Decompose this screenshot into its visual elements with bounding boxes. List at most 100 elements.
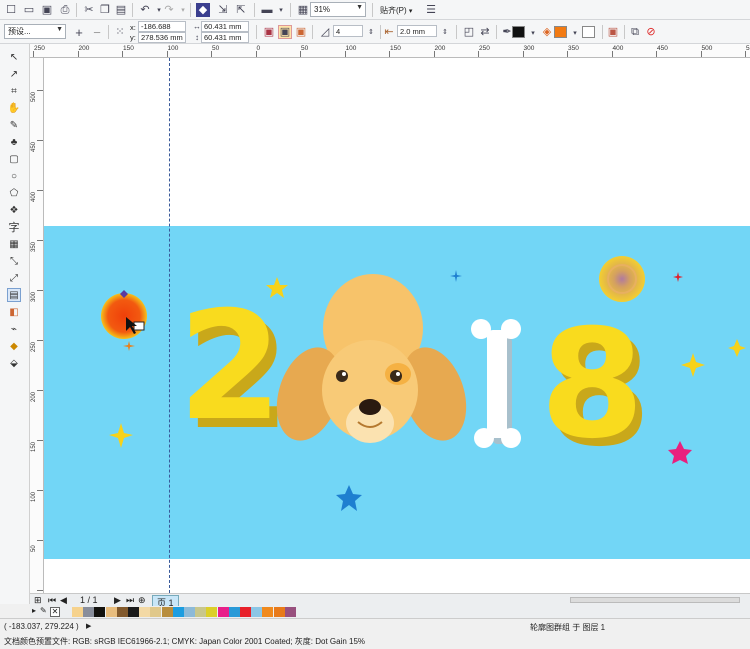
corner-type-icon[interactable]: ◰: [462, 25, 476, 39]
digit-8[interactable]: 8: [540, 298, 644, 472]
color-swatch[interactable]: [284, 607, 296, 617]
fill-end-color-swatch[interactable]: [582, 26, 595, 38]
cut-icon[interactable]: ✂: [82, 3, 96, 17]
zoom-level-select[interactable]: 31% ▼: [310, 2, 366, 17]
open-folder-icon[interactable]: ▭: [22, 3, 36, 17]
color-swatch[interactable]: [184, 607, 195, 617]
contour-steps-field[interactable]: 4: [333, 25, 363, 37]
table-tool-icon[interactable]: ▦: [7, 237, 21, 251]
chevron-down-icon[interactable]: ▾: [526, 26, 540, 40]
vertical-ruler[interactable]: 500450400350300250200150100500: [30, 58, 44, 593]
color-swatch[interactable]: [116, 607, 128, 617]
steps-spinner-icon[interactable]: ⇕: [364, 25, 378, 39]
new-document-icon[interactable]: ☐: [4, 3, 18, 17]
color-swatch[interactable]: [195, 607, 207, 617]
star-pink-1[interactable]: [668, 441, 692, 464]
print-icon[interactable]: ⎙: [58, 3, 72, 17]
add-page-icon[interactable]: ⊕: [138, 595, 146, 606]
rectangle-tool-icon[interactable]: ▢: [7, 152, 21, 166]
artistic-media-icon[interactable]: ♣: [7, 135, 21, 149]
color-swatch[interactable]: [150, 607, 162, 617]
palette-scroll-icon[interactable]: ▸: [32, 606, 36, 615]
freehand-tool-icon[interactable]: ✎: [7, 118, 21, 132]
first-page-icon[interactable]: ⏮: [48, 595, 56, 606]
polygon-tool-icon[interactable]: ⬠: [7, 186, 21, 200]
color-swatch[interactable]: [72, 607, 83, 617]
dimension-tool-icon[interactable]: ⤡: [7, 254, 21, 268]
snap-to-menu[interactable]: 贴齐(P) ▾: [380, 5, 412, 16]
previous-page-icon[interactable]: ◀: [60, 595, 67, 606]
accelerate-icon[interactable]: ▣: [606, 25, 620, 39]
star-blue-1[interactable]: [336, 485, 362, 511]
options-icon[interactable]: ☰: [424, 3, 438, 17]
shape-tool-icon[interactable]: ↗: [7, 67, 21, 81]
color-swatch[interactable]: [139, 607, 151, 617]
contour-offset-field[interactable]: 2.0 mm: [397, 25, 437, 37]
color-swatch[interactable]: [172, 607, 184, 617]
dog-face-zero[interactable]: [266, 274, 478, 449]
color-swatch[interactable]: [228, 607, 240, 617]
color-profile-info[interactable]: 文档颜色预置文件: RGB: sRGB IEC61966-2.1; CMYK: …: [4, 636, 365, 647]
contour-center-icon[interactable]: ▣: [262, 25, 276, 39]
copy-contour-icon[interactable]: ⧉: [628, 25, 642, 39]
app-launcher-icon[interactable]: ▦: [296, 3, 310, 17]
publish-dropdown-icon[interactable]: ▾: [274, 3, 288, 17]
digit-2[interactable]: 2: [178, 280, 282, 454]
contour-outside-icon[interactable]: ▣: [294, 25, 308, 39]
bone-digit-1[interactable]: [471, 319, 521, 448]
add-preset-icon[interactable]: +: [72, 25, 86, 39]
position-grid-icon[interactable]: ⁙: [113, 25, 127, 39]
selected-contour-group[interactable]: [101, 293, 147, 339]
color-swatch[interactable]: [251, 607, 263, 617]
contour-inside-icon[interactable]: ▣: [278, 25, 292, 39]
ellipse-tool-icon[interactable]: ○: [7, 169, 21, 183]
paste-icon[interactable]: ▤: [114, 3, 128, 17]
last-page-icon[interactable]: ⏭: [126, 595, 134, 606]
x-position-field[interactable]: -186.688 mm: [138, 21, 186, 41]
outline-color-swatch[interactable]: [512, 26, 525, 38]
fill-color-swatch[interactable]: [554, 26, 567, 38]
clear-contour-icon[interactable]: ⊘: [644, 25, 658, 39]
preset-select[interactable]: 预设... ▼: [4, 24, 66, 39]
copy-icon[interactable]: ❐: [98, 3, 112, 17]
color-swatch[interactable]: [83, 607, 95, 617]
connector-tool-icon[interactable]: ⤢: [7, 271, 21, 285]
color-swatch[interactable]: [161, 607, 173, 617]
width-field[interactable]: 60.431 mm: [201, 21, 249, 32]
horizontal-scrollbar[interactable]: [570, 597, 740, 603]
offset-spinner-icon[interactable]: ⇕: [438, 25, 452, 39]
vertical-guideline[interactable]: [169, 58, 170, 593]
export-icon[interactable]: ⇱: [234, 3, 248, 17]
contour-tool-icon[interactable]: ▤: [7, 288, 21, 302]
star-yellow-2[interactable]: [109, 423, 133, 448]
basic-shapes-icon[interactable]: ❖: [7, 203, 21, 217]
color-direction-icon[interactable]: ⇄: [478, 25, 492, 39]
remove-preset-icon[interactable]: −: [90, 25, 104, 39]
color-swatch[interactable]: [273, 607, 285, 617]
color-swatch[interactable]: [217, 607, 229, 617]
star-orange-1[interactable]: [123, 341, 135, 351]
color-swatch[interactable]: [94, 607, 106, 617]
pick-tool-icon[interactable]: ↖: [7, 50, 21, 64]
color-swatch[interactable]: [206, 607, 218, 617]
text-tool-icon[interactable]: 字: [7, 220, 21, 234]
y-position-field[interactable]: 278.536 mm: [138, 32, 186, 43]
color-swatch[interactable]: [262, 607, 274, 617]
redo-icon[interactable]: ↷: [162, 3, 176, 17]
chevron-down-icon[interactable]: ▾: [568, 26, 582, 40]
transparency-tool-icon[interactable]: ◧: [7, 305, 21, 319]
eyedropper-icon[interactable]: ✎: [40, 606, 47, 615]
next-page-icon[interactable]: ▶: [114, 595, 121, 606]
star-yellow-4[interactable]: [728, 339, 746, 357]
drawing-canvas[interactable]: 2 2 8 8: [44, 58, 750, 593]
save-icon[interactable]: ▣: [40, 3, 54, 17]
eyedropper-tool-icon[interactable]: ⌁: [7, 322, 21, 336]
import-icon[interactable]: ⇲: [216, 3, 230, 17]
interactive-fill-icon[interactable]: ◆: [7, 339, 21, 353]
crop-tool-icon[interactable]: ⌗: [7, 84, 21, 98]
undo-icon[interactable]: ↶: [138, 3, 152, 17]
no-color-swatch[interactable]: ✕: [50, 607, 60, 617]
publish-pdf-icon[interactable]: ▬: [260, 3, 274, 17]
redo-dropdown-icon[interactable]: ▾: [176, 3, 190, 17]
color-swatch[interactable]: [240, 607, 251, 617]
